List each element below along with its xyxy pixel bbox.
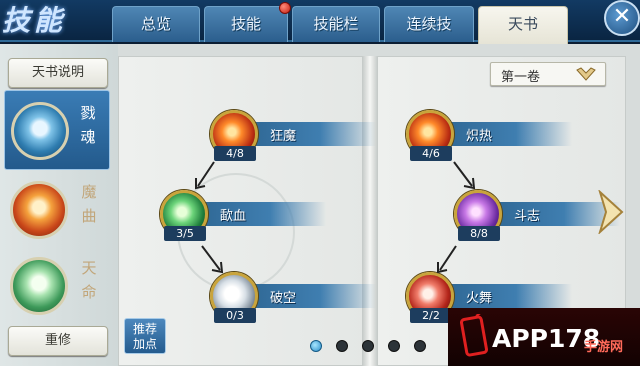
page-dot-5[interactable]: [414, 340, 426, 352]
volume-select[interactable]: 第一卷: [490, 62, 606, 86]
skill-level: 3/5: [164, 226, 206, 241]
arrow-down-right-icon: [201, 245, 224, 274]
tab-tianshu[interactable]: 天书: [478, 6, 568, 44]
arrow-down-left-icon: [437, 245, 457, 274]
skill-name: 破空: [270, 291, 297, 306]
tab-skills[interactable]: 技能: [204, 2, 291, 42]
close-icon: ✕: [612, 4, 632, 29]
skill-level: 4/8: [214, 146, 256, 161]
skill-node-chire[interactable]: 炽热 4/6: [406, 110, 576, 162]
close-button[interactable]: ✕: [604, 0, 640, 36]
volume-selected-value: 第一卷: [501, 70, 541, 85]
arrow-down-left-icon: [195, 161, 215, 190]
arrow-down-right-icon: [453, 161, 476, 190]
sidebar-item-label: 魔曲: [81, 183, 97, 225]
chevron-down-icon: [576, 67, 596, 81]
skill-node-kuangmo[interactable]: 狂魔 4/8: [210, 110, 380, 162]
tab-label: 天书: [507, 15, 538, 33]
sidebar-item-tianming[interactable]: 天命: [4, 246, 110, 326]
fire-emblem-icon: [10, 181, 68, 239]
skill-level: 2/2: [410, 308, 452, 323]
top-bar: 技能 总览 技能 技能栏 连续技 天书 ✕: [0, 0, 640, 44]
phone-logo-icon: [460, 314, 488, 357]
skill-name: 炽热: [466, 129, 493, 144]
skill-name: 火舞: [466, 291, 493, 306]
skill-name: 歃血: [220, 209, 247, 224]
page-dot-4[interactable]: [388, 340, 400, 352]
skill-node-shaxue[interactable]: 歃血 3/5: [160, 190, 330, 242]
recommend-points-button[interactable]: 推荐 加点: [124, 318, 166, 354]
watermark-subtext: 手游网: [584, 340, 624, 355]
tab-skill-bar[interactable]: 技能栏: [292, 6, 380, 42]
reset-button[interactable]: 重修: [8, 326, 108, 356]
notification-dot-icon: [279, 2, 291, 14]
skill-level: 0/3: [214, 308, 256, 323]
tab-label: 技能: [230, 15, 261, 33]
tab-label: 连续技: [406, 15, 452, 33]
app178-watermark: APP178 手游网: [448, 308, 640, 366]
sidebar-item-luhun[interactable]: 戮魂: [4, 90, 110, 170]
sidebar: 天书说明 戮魂 魔曲 天命 重修: [0, 44, 118, 366]
sidebar-item-label: 天命: [81, 259, 97, 301]
skill-level: 8/8: [458, 226, 500, 241]
skill-name: 狂魔: [270, 129, 297, 144]
dragon-emblem-icon: [11, 102, 69, 160]
tab-combo[interactable]: 连续技: [384, 6, 474, 42]
page-dot-1[interactable]: [310, 340, 322, 352]
skill-name: 斗志: [514, 209, 541, 224]
tab-label: 总览: [140, 15, 171, 33]
next-page-chevron-icon[interactable]: [596, 190, 626, 234]
sidebar-item-mogu[interactable]: 魔曲: [4, 170, 110, 250]
skill-node-pokong[interactable]: 破空 0/3: [210, 272, 380, 324]
sidebar-item-label: 戮魂: [80, 104, 96, 146]
skill-level: 4/6: [410, 146, 452, 161]
window-title: 技能: [2, 4, 67, 37]
tab-label: 技能栏: [313, 15, 359, 33]
jade-emblem-icon: [10, 257, 68, 315]
tab-overview[interactable]: 总览: [112, 6, 200, 42]
page-dot-2[interactable]: [336, 340, 348, 352]
tianshu-help-button[interactable]: 天书说明: [8, 58, 108, 88]
page-dot-3[interactable]: [362, 340, 374, 352]
